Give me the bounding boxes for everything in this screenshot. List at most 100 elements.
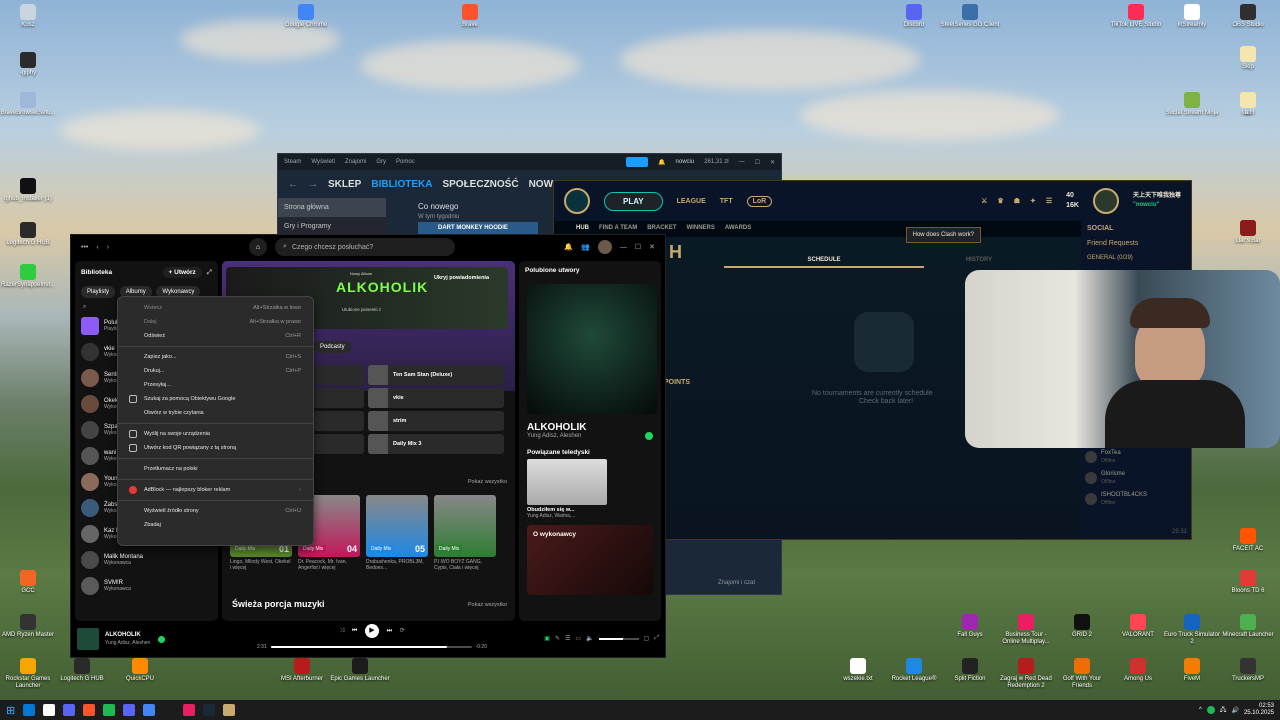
show-all-link-2[interactable]: Pokaż wszystko bbox=[468, 602, 507, 608]
taskbar-app-icon[interactable] bbox=[163, 704, 176, 716]
shuffle-icon[interactable]: ⤨ bbox=[339, 628, 344, 634]
menu-item[interactable]: Zbadaj bbox=[118, 518, 313, 532]
bell-icon[interactable]: 🔔 bbox=[658, 159, 665, 166]
show-all-link[interactable]: Pokaż wszystko bbox=[468, 479, 507, 485]
taskbar-app-icon[interactable] bbox=[63, 704, 76, 716]
store-icon[interactable]: ☰ bbox=[1046, 197, 1052, 205]
league-sub-hub[interactable]: HUB bbox=[576, 225, 589, 231]
desktop-icon[interactable]: TruckersMP bbox=[1218, 658, 1278, 683]
steam-menu-steam[interactable]: Steam bbox=[284, 159, 301, 165]
desktop-icon[interactable]: FiveM bbox=[1162, 658, 1222, 683]
expand-icon[interactable]: ⤢ bbox=[207, 269, 212, 277]
now-playing-view-icon[interactable]: ▣ bbox=[544, 635, 550, 642]
minimize-icon[interactable]: — bbox=[739, 159, 745, 165]
liked-check-icon[interactable] bbox=[158, 635, 166, 643]
desktop-icon[interactable]: all bbox=[1218, 92, 1278, 117]
steam-friends-chat[interactable]: Znajomi i czat bbox=[718, 580, 755, 586]
library-title[interactable]: Biblioteka bbox=[81, 269, 112, 276]
steam-menu-view[interactable]: Wyświetl bbox=[311, 159, 335, 165]
more-icon[interactable]: ••• bbox=[81, 244, 88, 251]
promo-hide-button[interactable]: Ukryj powiadomienia bbox=[434, 275, 489, 281]
desktop-icon[interactable]: VALORANT bbox=[1108, 614, 1168, 639]
desktop-icon[interactable]: Brave bbox=[440, 4, 500, 29]
desktop-icon[interactable]: Liar's Bar bbox=[1218, 220, 1278, 245]
volume-icon[interactable]: 🔊 bbox=[1231, 707, 1238, 714]
menu-item[interactable]: Szukaj za pomocą Obiektywu Google bbox=[118, 392, 313, 406]
steam-menu-friends[interactable]: Znajomi bbox=[345, 159, 366, 165]
friend-item[interactable]: Glorisme Offline bbox=[1085, 470, 1147, 486]
league-clash-help-button[interactable]: How does Clash work? bbox=[905, 227, 981, 243]
liked-check-icon[interactable] bbox=[645, 432, 653, 440]
league-general-group[interactable]: GENERAL (0/29) bbox=[1081, 251, 1191, 265]
menu-item[interactable]: Wyślij na swoje urządzenia bbox=[118, 427, 313, 441]
desktop-icon[interactable]: Zagraj w Red Dead Redemption 2 bbox=[996, 658, 1056, 690]
friend-item[interactable]: FoxTea Offline bbox=[1085, 449, 1147, 465]
league-user[interactable]: 天上天下唯我独尊 "nowciu" bbox=[1133, 192, 1181, 210]
desktop-icon[interactable]: Fall Guys bbox=[940, 614, 1000, 639]
steam-menu-games[interactable]: Gry bbox=[376, 159, 386, 165]
league-sub-awards[interactable]: AWARDS bbox=[725, 225, 751, 231]
shortcut-card[interactable]: strim bbox=[368, 411, 504, 431]
desktop-icon[interactable]: TikTok LIVE Studio bbox=[1106, 4, 1166, 29]
menu-item[interactable]: Odśwież Ctrl+R bbox=[118, 329, 313, 343]
network-icon[interactable]: 🖧 bbox=[1220, 705, 1227, 715]
steam-broadcast-button[interactable] bbox=[626, 157, 649, 167]
league-sub-find[interactable]: FIND A TEAM bbox=[599, 225, 637, 231]
taskbar-app-icon[interactable] bbox=[203, 704, 216, 716]
desktop-icon[interactable]: AMD Ryzen Master bbox=[0, 614, 58, 639]
menu-item[interactable]: Zapisz jako... Ctrl+S bbox=[118, 350, 313, 364]
desktop-icon[interactable]: wszekie.txt bbox=[828, 658, 888, 683]
desktop-icon[interactable]: OBS Studio bbox=[1218, 4, 1278, 29]
league-tab-tft[interactable]: TFT bbox=[720, 198, 733, 205]
desktop-icon[interactable]: Business Tour - Online Multiplay... bbox=[996, 614, 1056, 646]
league-tab-lor[interactable]: LoR bbox=[746, 195, 773, 207]
taskbar-app-icon[interactable] bbox=[23, 704, 36, 716]
desktop-icon[interactable]: Minecraft Launcher bbox=[1218, 614, 1278, 639]
video-thumbnail[interactable] bbox=[527, 459, 607, 505]
about-artist-card[interactable]: O wykonawcy bbox=[527, 525, 653, 595]
now-playing-cover[interactable] bbox=[527, 284, 657, 414]
taskbar-app-icon[interactable] bbox=[223, 704, 236, 716]
mic-icon[interactable]: ✎ bbox=[555, 635, 560, 642]
create-button[interactable]: + Utwórz bbox=[162, 267, 202, 278]
home-icon[interactable]: ⌂ bbox=[249, 238, 268, 256]
desktop-icon[interactable]: Logitech G HUB bbox=[52, 658, 112, 683]
friends-icon[interactable]: 👥 bbox=[581, 243, 590, 251]
collection-icon[interactable]: ☗ bbox=[1014, 197, 1020, 205]
maximize-icon[interactable]: ☐ bbox=[755, 159, 760, 166]
steam-tab-library[interactable]: BIBLIOTEKA bbox=[371, 179, 432, 190]
desktop-icon[interactable]: Rockstar Games Launcher bbox=[0, 658, 58, 690]
player-title[interactable]: ALKOHOLIK bbox=[105, 632, 141, 638]
taskbar-app-icon[interactable] bbox=[143, 704, 156, 716]
league-sub-bracket[interactable]: BRACKET bbox=[647, 225, 676, 231]
menu-item[interactable]: AdBlock — najlepszy bloker reklam › bbox=[118, 483, 313, 497]
fullscreen-icon[interactable]: ⤢ bbox=[654, 635, 659, 642]
desktop-icon[interactable]: GRID 2 bbox=[1052, 614, 1112, 639]
desktop-icon[interactable]: Bloons TD 6 bbox=[1218, 570, 1278, 595]
mix-card[interactable]: Daily Mix 05 Drabushenka, PROBL3M, Bedoes.… bbox=[366, 495, 428, 571]
avatar[interactable] bbox=[1092, 188, 1119, 214]
search-input[interactable]: ⌕ Czego chcesz posłuchać? bbox=[275, 238, 456, 256]
steam-menu-help[interactable]: Pomoc bbox=[396, 159, 415, 165]
desktop-icon[interactable]: FACEIT AC bbox=[1218, 528, 1278, 553]
connect-device-icon[interactable]: ▭ bbox=[575, 635, 581, 642]
desktop-icon[interactable]: SteelSeries GG Client bbox=[940, 4, 1000, 29]
loot-icon[interactable]: ✦ bbox=[1030, 197, 1036, 205]
forward-arrow-icon[interactable]: › bbox=[107, 244, 109, 251]
league-sub-winners[interactable]: WINNERS bbox=[687, 225, 715, 231]
mix-card[interactable]: Daily Mix P.I.WO BOYZ GANG, Cypis, Ciała … bbox=[434, 495, 496, 571]
video-artist[interactable]: Yung Adisz, Waima,... bbox=[519, 513, 661, 519]
desktop-icon[interactable]: MSI Afterburner bbox=[272, 658, 332, 683]
list-item[interactable]: Malik Montana Wykonawca bbox=[75, 547, 218, 573]
desktop-icon[interactable]: Logitech G HUB bbox=[0, 222, 58, 247]
menu-item[interactable]: Przetłumacz na polski bbox=[118, 462, 313, 476]
menu-item[interactable]: Wyświetl źródło strony Ctrl+U bbox=[118, 504, 313, 518]
maximize-icon[interactable]: ☐ bbox=[635, 243, 641, 251]
filter-playlists[interactable]: Playlisty bbox=[81, 286, 116, 298]
miniplayer-icon[interactable]: ▢ bbox=[644, 635, 650, 642]
player-cover[interactable] bbox=[77, 628, 99, 650]
now-playing-title[interactable]: ALKOHOLIK bbox=[519, 418, 661, 433]
league-tab-league[interactable]: LEAGUE bbox=[677, 198, 706, 205]
menu-item[interactable]: Przesyłaj... bbox=[118, 378, 313, 392]
desktop-icon[interactable]: Google Chrome bbox=[276, 4, 336, 29]
